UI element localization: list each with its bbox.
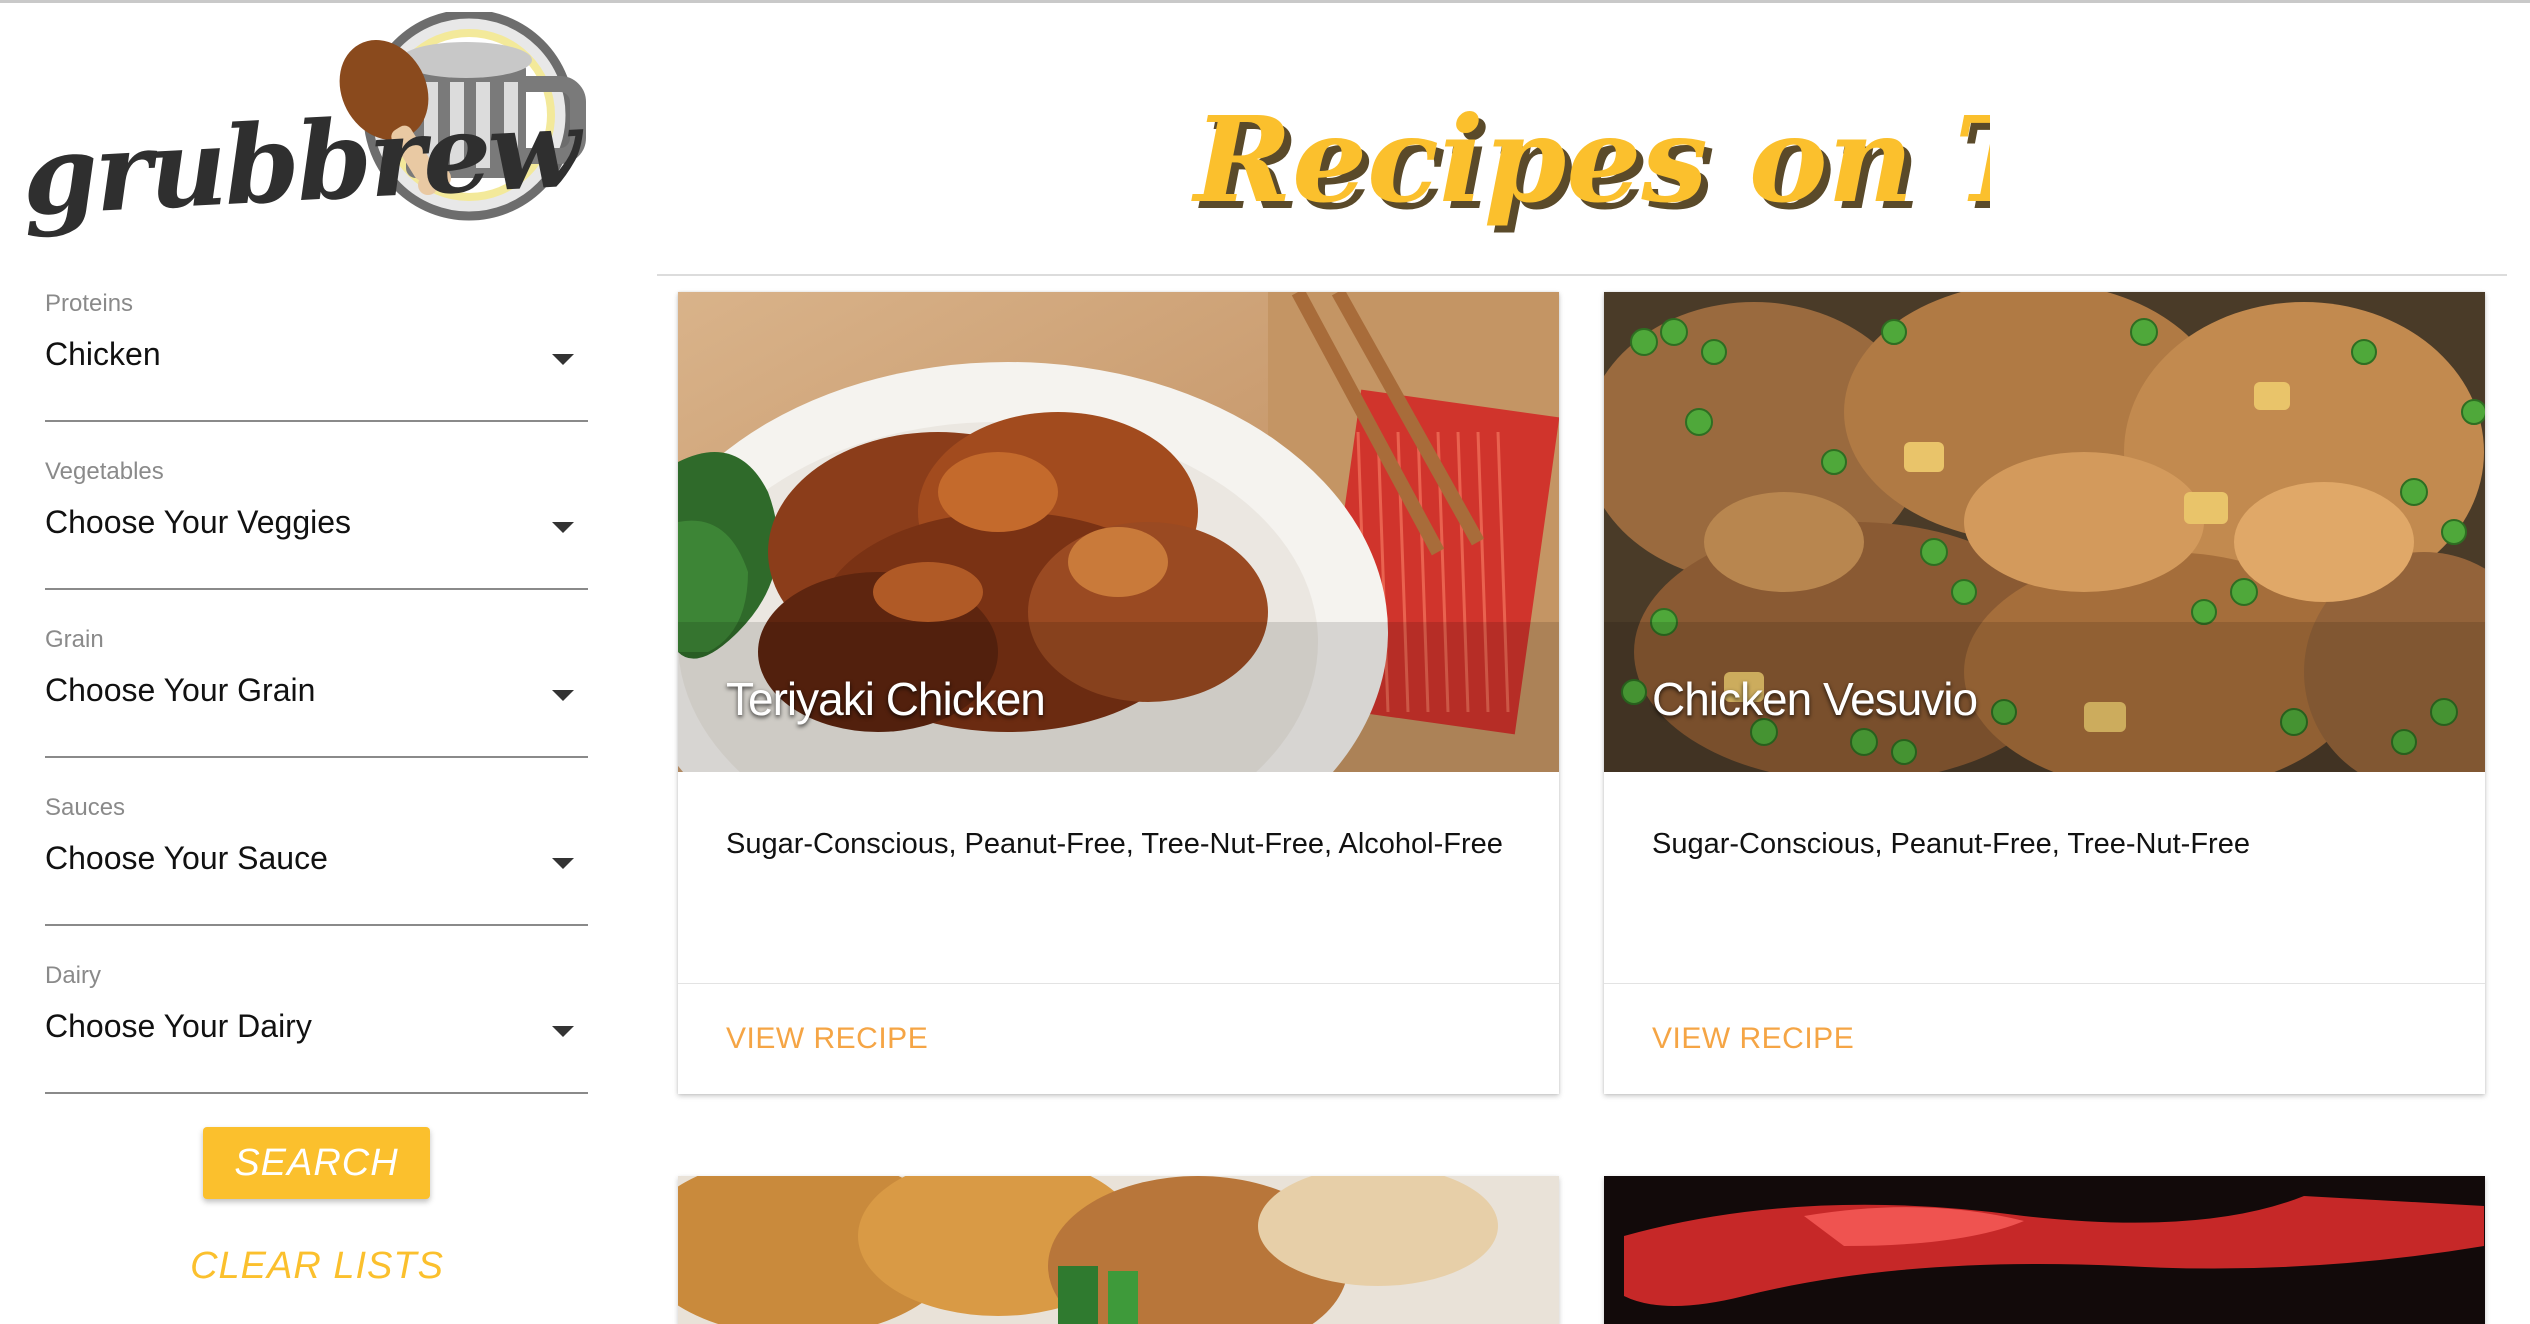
recipe-title: Teriyaki Chicken: [726, 673, 1046, 725]
recipe-photo: [678, 1176, 1559, 1324]
sauces-select[interactable]: Sauces Choose Your Sauce: [45, 794, 588, 926]
search-button[interactable]: SEARCH: [203, 1127, 430, 1199]
clear-lists-button[interactable]: CLEAR LISTS: [160, 1236, 474, 1296]
recipe-title: Chicken Vesuvio: [1652, 673, 1978, 725]
card-actions: VIEW RECIPE: [1604, 984, 2485, 1094]
recipe-card: Teriyaki Chicken Sugar-Conscious, Peanut…: [678, 292, 1559, 1094]
caret-down-icon: [552, 1026, 574, 1037]
dairy-select[interactable]: Dairy Choose Your Dairy: [45, 962, 588, 1094]
page-title-text: Recipes on Tap: [1191, 90, 1990, 229]
proteins-value: Chicken: [45, 336, 161, 372]
proteins-label: Proteins: [45, 290, 134, 317]
grain-label: Grain: [45, 626, 104, 653]
vegetables-label: Vegetables: [45, 458, 164, 485]
caret-down-icon: [552, 690, 574, 701]
view-recipe-link[interactable]: VIEW RECIPE: [726, 1022, 928, 1056]
grubbrew-logo[interactable]: grubbrew: [14, 9, 594, 252]
vegetables-select[interactable]: Vegetables Choose Your Veggies: [45, 458, 588, 590]
caret-down-icon: [552, 522, 574, 533]
recipe-photo: [1604, 1176, 2485, 1324]
recipe-card-partial[interactable]: [678, 1176, 1559, 1324]
grain-value: Choose Your Grain: [45, 672, 316, 708]
recipe-image[interactable]: Chicken Vesuvio: [1604, 292, 2485, 772]
caret-down-icon: [552, 858, 574, 869]
recipe-card: Chicken Vesuvio Sugar-Conscious, Peanut-…: [1604, 292, 2485, 1094]
page-title: Recipes on Tap Recipes on Tap: [1191, 90, 1990, 236]
dairy-value: Choose Your Dairy: [45, 1008, 312, 1044]
grain-select[interactable]: Grain Choose Your Grain: [45, 626, 588, 758]
recipe-card-partial[interactable]: [1604, 1176, 2485, 1324]
vegetables-value: Choose Your Veggies: [45, 504, 352, 540]
proteins-select[interactable]: Proteins Chicken: [45, 290, 588, 422]
caret-down-icon: [552, 354, 574, 365]
header-divider: [657, 274, 2507, 276]
recipe-image[interactable]: Teriyaki Chicken: [678, 292, 1559, 772]
view-recipe-link[interactable]: VIEW RECIPE: [1652, 1022, 1854, 1056]
recipe-tags: Sugar-Conscious, Peanut-Free, Tree-Nut-F…: [678, 772, 1559, 984]
sidebar: grubbrew Proteins Chicken Vegetables Cho…: [0, 0, 640, 1324]
recipe-tags: Sugar-Conscious, Peanut-Free, Tree-Nut-F…: [1604, 772, 2485, 984]
dairy-label: Dairy: [45, 962, 102, 989]
sauces-label: Sauces: [45, 794, 126, 821]
sauces-value: Choose Your Sauce: [45, 840, 328, 876]
card-actions: VIEW RECIPE: [678, 984, 1559, 1094]
